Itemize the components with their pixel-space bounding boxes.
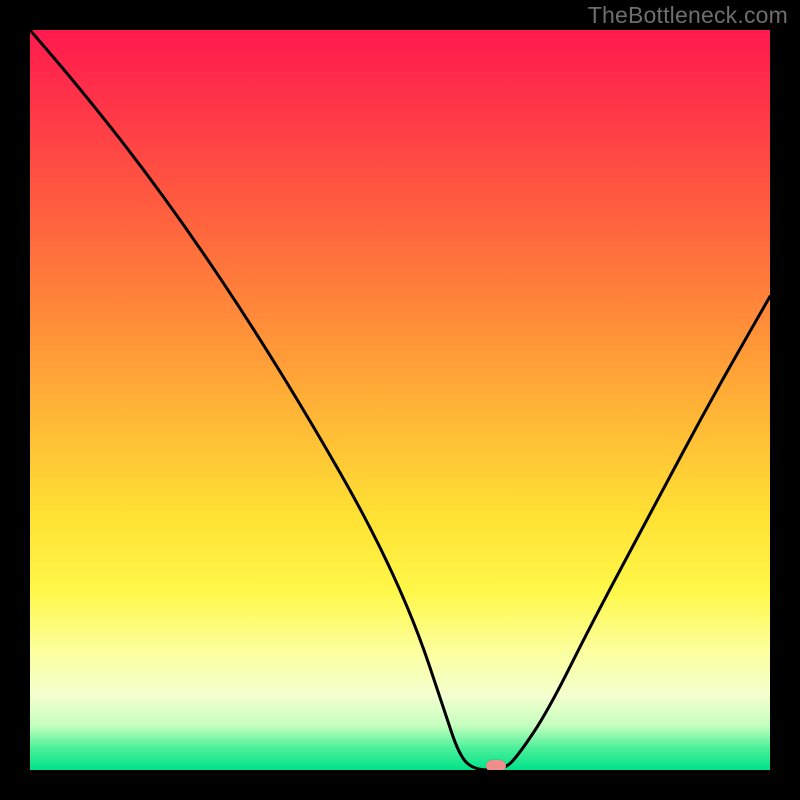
chart-frame: TheBottleneck.com <box>0 0 800 800</box>
plot-area <box>30 30 770 770</box>
watermark-text: TheBottleneck.com <box>588 2 788 29</box>
bottleneck-curve <box>30 30 770 770</box>
optimal-point-marker <box>486 760 506 770</box>
